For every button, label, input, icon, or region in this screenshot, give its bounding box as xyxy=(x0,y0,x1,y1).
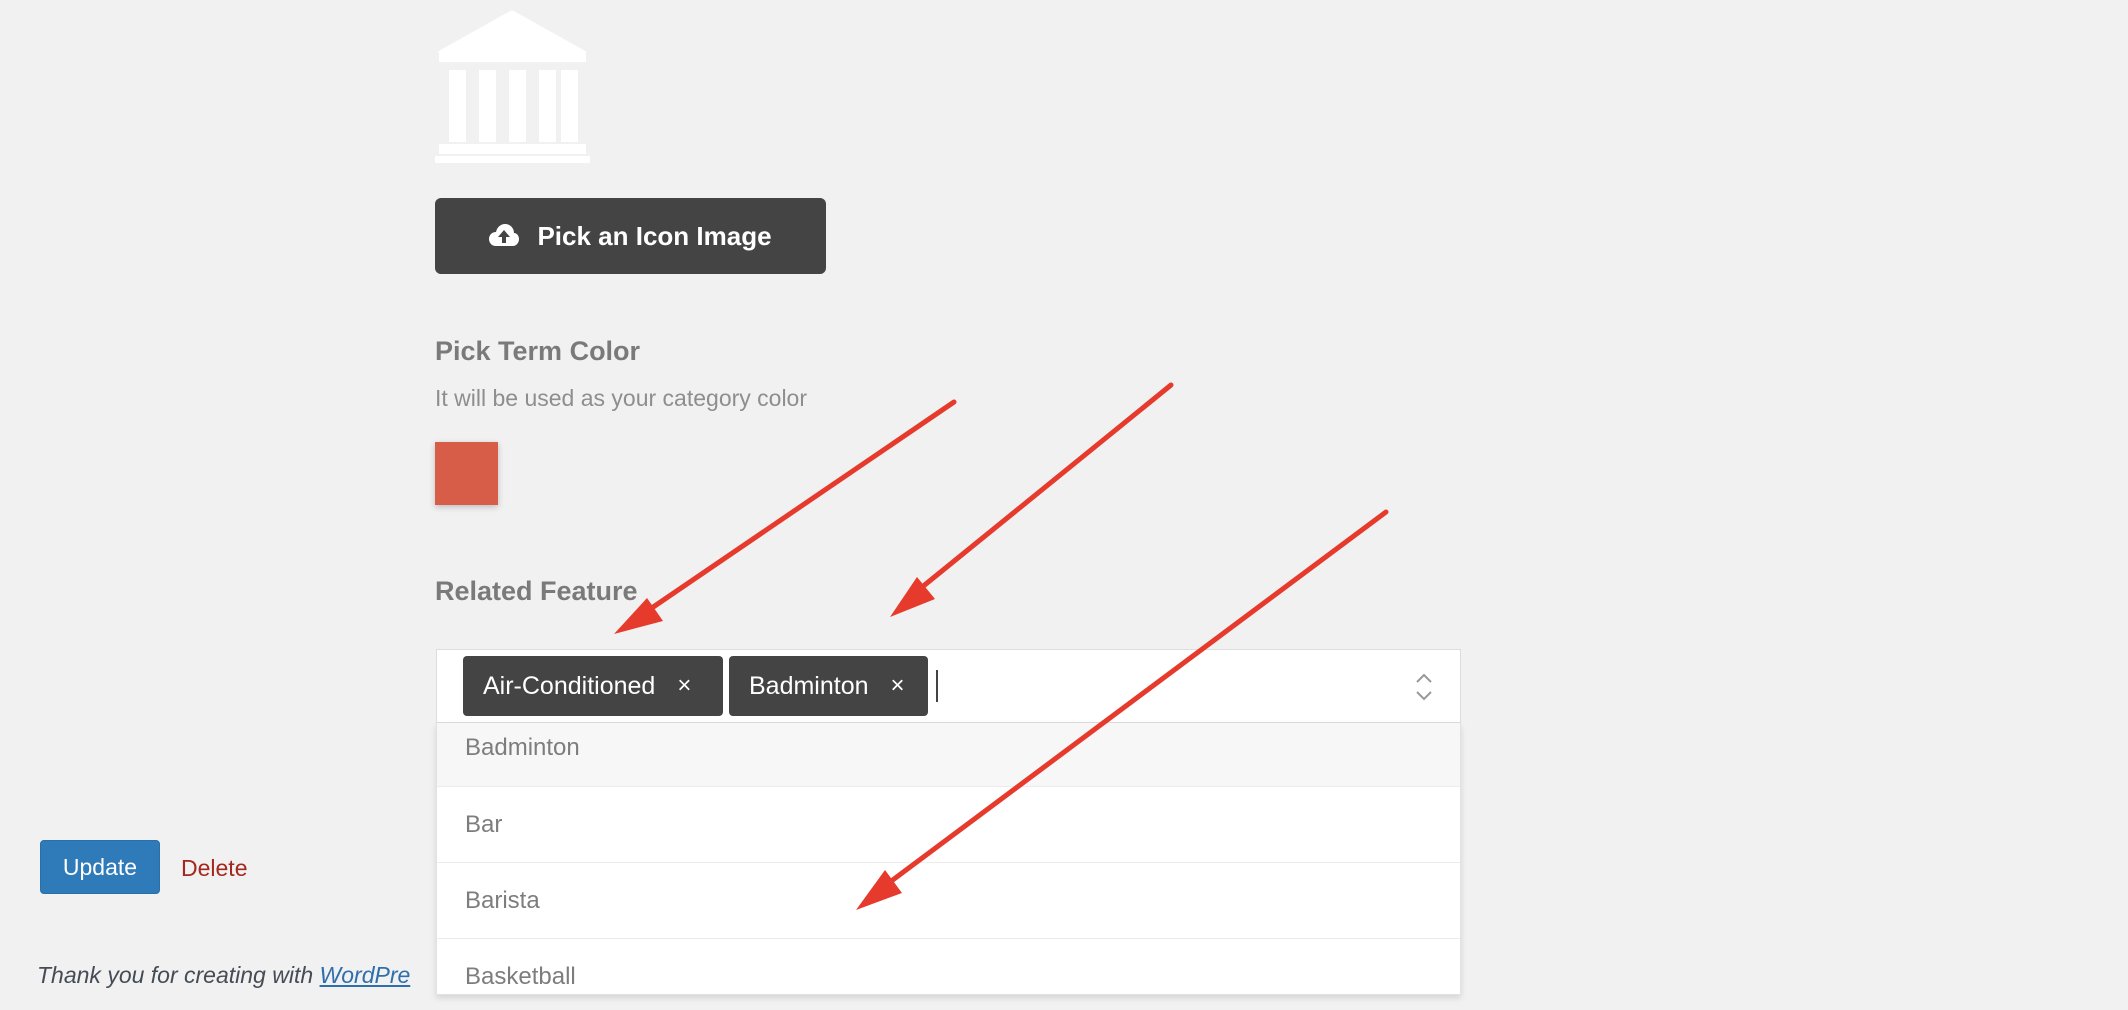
chevron-up-down-icon[interactable] xyxy=(1414,672,1434,702)
remove-tag-icon[interactable]: × xyxy=(891,672,905,700)
related-feature-select[interactable]: Air-Conditioned × Badminton × xyxy=(436,649,1461,723)
related-feature-dropdown: Badminton Bar Barista Basketball xyxy=(436,723,1461,995)
footer-wordpress-link[interactable]: WordPre xyxy=(320,962,411,988)
update-button[interactable]: Update xyxy=(40,840,160,894)
annotation-arrow-1 xyxy=(614,399,957,634)
cloud-upload-icon xyxy=(489,221,520,251)
selected-tag-badminton: Badminton × xyxy=(729,656,928,716)
term-color-description: It will be used as your category color xyxy=(435,385,808,411)
related-feature-heading: Related Feature xyxy=(435,576,638,606)
dropdown-option-bar[interactable]: Bar xyxy=(437,787,1460,863)
annotation-arrow-2 xyxy=(890,382,1174,617)
dropdown-option-barista[interactable]: Barista xyxy=(437,863,1460,939)
remove-tag-icon[interactable]: × xyxy=(677,672,691,700)
dropdown-option-basketball[interactable]: Basketball xyxy=(437,939,1460,994)
dropdown-option-badminton[interactable]: Badminton xyxy=(437,723,1460,787)
tag-label: Air-Conditioned xyxy=(483,671,656,700)
pick-icon-image-label: Pick an Icon Image xyxy=(537,220,772,251)
delete-link[interactable]: Delete xyxy=(181,855,247,882)
tag-label: Badminton xyxy=(749,671,869,700)
term-color-swatch[interactable] xyxy=(435,442,498,505)
text-caret xyxy=(936,670,938,702)
museum-building-icon xyxy=(435,8,590,163)
footer-text: Thank you for creating with WordPre xyxy=(37,962,410,989)
footer-text-label: Thank you for creating with xyxy=(37,962,320,988)
term-color-heading: Pick Term Color xyxy=(435,336,641,366)
pick-icon-image-button[interactable]: Pick an Icon Image xyxy=(435,198,826,274)
selected-tag-air-conditioned: Air-Conditioned × xyxy=(463,656,723,716)
